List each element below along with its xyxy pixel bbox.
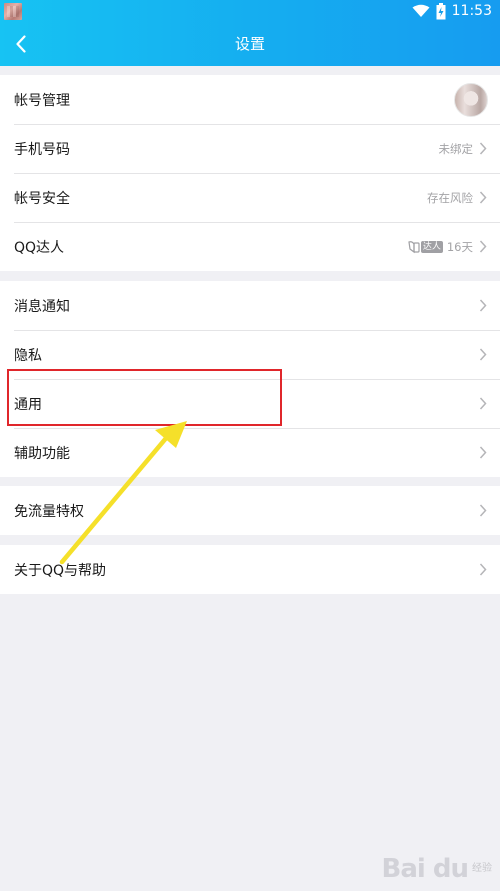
watermark: Bai du 经验 (382, 851, 492, 887)
watermark-brand: Bai du (381, 854, 469, 884)
annotation-arrow (59, 421, 187, 565)
watermark-sub: 经验 (472, 863, 492, 874)
